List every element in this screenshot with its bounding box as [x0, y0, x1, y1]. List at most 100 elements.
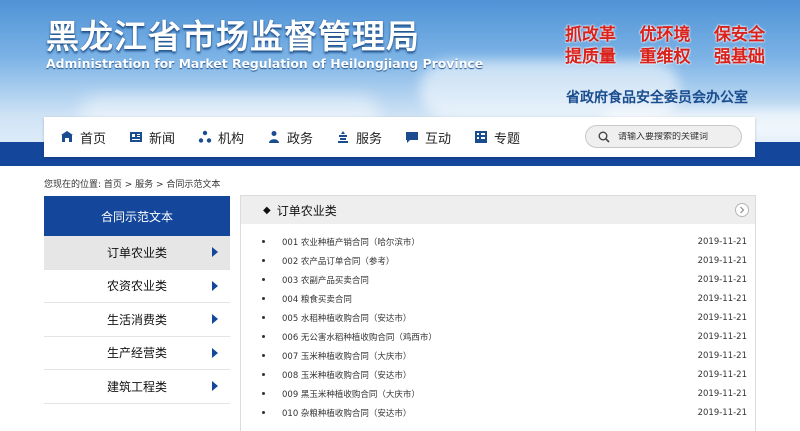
document-link[interactable]: 007 玉米种植收购合同（大庆市）	[282, 350, 411, 362]
document-date: 2019-11-21	[697, 388, 747, 399]
bullet-icon	[262, 392, 265, 395]
sidebar-item-label: 农资农业类	[106, 279, 167, 294]
office-name: 省政府食品安全委员会办公室	[566, 90, 748, 106]
document-link[interactable]: 008 玉米种植收购合同（安达市）	[282, 369, 411, 381]
document-link[interactable]: 002 农产品订单合同（参考）	[282, 255, 394, 267]
bullet-icon	[262, 240, 265, 243]
slogan: 抓改革	[565, 25, 616, 45]
slogan: 优环境	[639, 25, 691, 45]
breadcrumb: 您现在的位置: 首页 > 服务 > 合同示范文本	[44, 180, 221, 190]
search-input[interactable]	[618, 131, 733, 142]
sidebar: 合同示范文本 订单农业类 农资农业类 生活消费类 生产经营类 建筑工程类	[44, 196, 230, 404]
list-item: 003 农副产品买卖合同 2019-11-21	[241, 270, 755, 289]
arrow-right-icon	[212, 280, 218, 291]
interaction-icon	[405, 130, 419, 144]
document-link[interactable]: 001 农业种植产销合同（哈尔滨市）	[282, 236, 420, 248]
sidebar-item-label: 建筑工程类	[106, 379, 167, 394]
nav-item-label: 互动	[425, 131, 452, 147]
bullet-icon	[262, 316, 265, 319]
list-item: 002 农产品订单合同（参考） 2019-11-21	[241, 251, 755, 270]
document-link[interactable]: 004 粮食买卖合同	[282, 293, 352, 305]
list-item: 007 玉米种植收购合同（大庆市） 2019-11-21	[241, 346, 755, 365]
nav-item-topic[interactable]: 专题	[458, 117, 527, 157]
bullet-icon	[262, 354, 265, 357]
nav-item-service[interactable]: 服务	[320, 117, 389, 157]
bullet-icon	[262, 259, 265, 262]
document-date: 2019-11-21	[697, 236, 747, 247]
sidebar-item-agri-supplies[interactable]: 农资农业类	[44, 269, 230, 303]
nav-item-interaction[interactable]: 互动	[389, 117, 458, 157]
gov-affairs-icon	[267, 130, 281, 144]
nav-item-news[interactable]: 新闻	[113, 117, 182, 157]
document-link[interactable]: 009 黑玉米种植收购合同（大庆市）	[282, 388, 420, 400]
document-date: 2019-11-21	[697, 369, 747, 380]
diamond-icon: ◆	[263, 204, 271, 216]
document-link[interactable]: 006 无公害水稻种植收购合同（鸡西市）	[282, 331, 437, 343]
sidebar-item-label: 订单农业类	[106, 245, 167, 260]
slogans: 抓改革 优环境 保安全 提质量 重维权 强基础	[565, 24, 765, 68]
arrow-right-icon	[212, 381, 218, 392]
nav-item-label: 服务	[356, 131, 383, 147]
slogan: 提质量	[565, 47, 616, 67]
main-nav: 首页 新闻 机构 政务 服务 互动 专题	[44, 117, 755, 157]
site-title: 黑龙江省市场监督管理局	[46, 17, 420, 56]
document-link[interactable]: 003 农副产品买卖合同	[282, 274, 369, 286]
document-date: 2019-11-21	[697, 255, 747, 266]
arrow-right-icon	[212, 314, 218, 325]
arrow-right-icon	[212, 347, 218, 358]
document-link[interactable]: 005 水稻种植收购合同（安达市）	[282, 312, 411, 324]
list-item: 010 杂粮种植收购合同（安达市） 2019-11-21	[241, 403, 755, 422]
slogan: 重维权	[639, 47, 691, 67]
bullet-icon	[262, 411, 265, 414]
document-list: 001 农业种植产销合同（哈尔滨市） 2019-11-21 002 农产品订单合同…	[241, 224, 755, 422]
document-date: 2019-11-21	[697, 407, 747, 418]
nav-item-org[interactable]: 机构	[182, 117, 251, 157]
site-subtitle: Administration for Market Regulation of …	[46, 56, 484, 71]
sidebar-item-business[interactable]: 生产经营类	[44, 336, 230, 370]
nav-item-label: 首页	[80, 131, 107, 147]
sidebar-item-construction[interactable]: 建筑工程类	[44, 370, 230, 404]
more-button[interactable]	[735, 203, 749, 217]
nav-item-label: 专题	[494, 131, 521, 147]
document-date: 2019-11-21	[697, 293, 747, 304]
panel-title: 订单农业类	[276, 203, 337, 218]
slogan: 强基础	[714, 47, 765, 67]
search-icon[interactable]	[598, 131, 610, 143]
list-item: 009 黑玉米种植收购合同（大庆市） 2019-11-21	[241, 384, 755, 403]
service-icon	[336, 130, 350, 144]
list-item: 004 粮食买卖合同 2019-11-21	[241, 289, 755, 308]
document-date: 2019-11-21	[697, 350, 747, 361]
document-date: 2019-11-21	[697, 274, 747, 285]
sidebar-item-label: 生产经营类	[106, 346, 167, 361]
nav-item-label: 新闻	[149, 131, 176, 147]
arrow-right-icon	[212, 247, 218, 258]
search-box	[585, 125, 742, 148]
document-link[interactable]: 010 杂粮种植收购合同（安达市）	[282, 407, 411, 419]
news-icon	[129, 130, 143, 144]
content-panel: ◆ 订单农业类 001 农业种植产销合同（哈尔滨市） 2019-11-21 002…	[240, 195, 756, 431]
panel-header: ◆ 订单农业类	[241, 196, 755, 224]
list-item: 006 无公害水稻种植收购合同（鸡西市） 2019-11-21	[241, 327, 755, 346]
nav-item-home[interactable]: 首页	[44, 117, 113, 157]
bullet-icon	[262, 373, 265, 376]
slogan: 保安全	[714, 25, 765, 45]
list-item: 001 农业种植产销合同（哈尔滨市） 2019-11-21	[241, 232, 755, 251]
bullet-icon	[262, 335, 265, 338]
sidebar-item-order-agriculture[interactable]: 订单农业类	[44, 236, 230, 270]
document-date: 2019-11-21	[697, 331, 747, 342]
sidebar-item-label: 生活消费类	[106, 312, 167, 327]
bullet-icon	[262, 297, 265, 300]
nav-item-gov-affairs[interactable]: 政务	[251, 117, 320, 157]
chevron-right-icon	[740, 206, 745, 214]
topic-icon	[474, 130, 488, 144]
document-date: 2019-11-21	[697, 312, 747, 323]
home-icon	[60, 130, 74, 144]
org-icon	[198, 130, 212, 144]
list-item: 005 水稻种植收购合同（安达市） 2019-11-21	[241, 308, 755, 327]
sidebar-item-consumer[interactable]: 生活消费类	[44, 303, 230, 337]
bullet-icon	[262, 278, 265, 281]
nav-item-label: 机构	[218, 131, 245, 147]
nav-item-label: 政务	[287, 131, 314, 147]
sidebar-title: 合同示范文本	[44, 196, 230, 236]
list-item: 008 玉米种植收购合同（安达市） 2019-11-21	[241, 365, 755, 384]
